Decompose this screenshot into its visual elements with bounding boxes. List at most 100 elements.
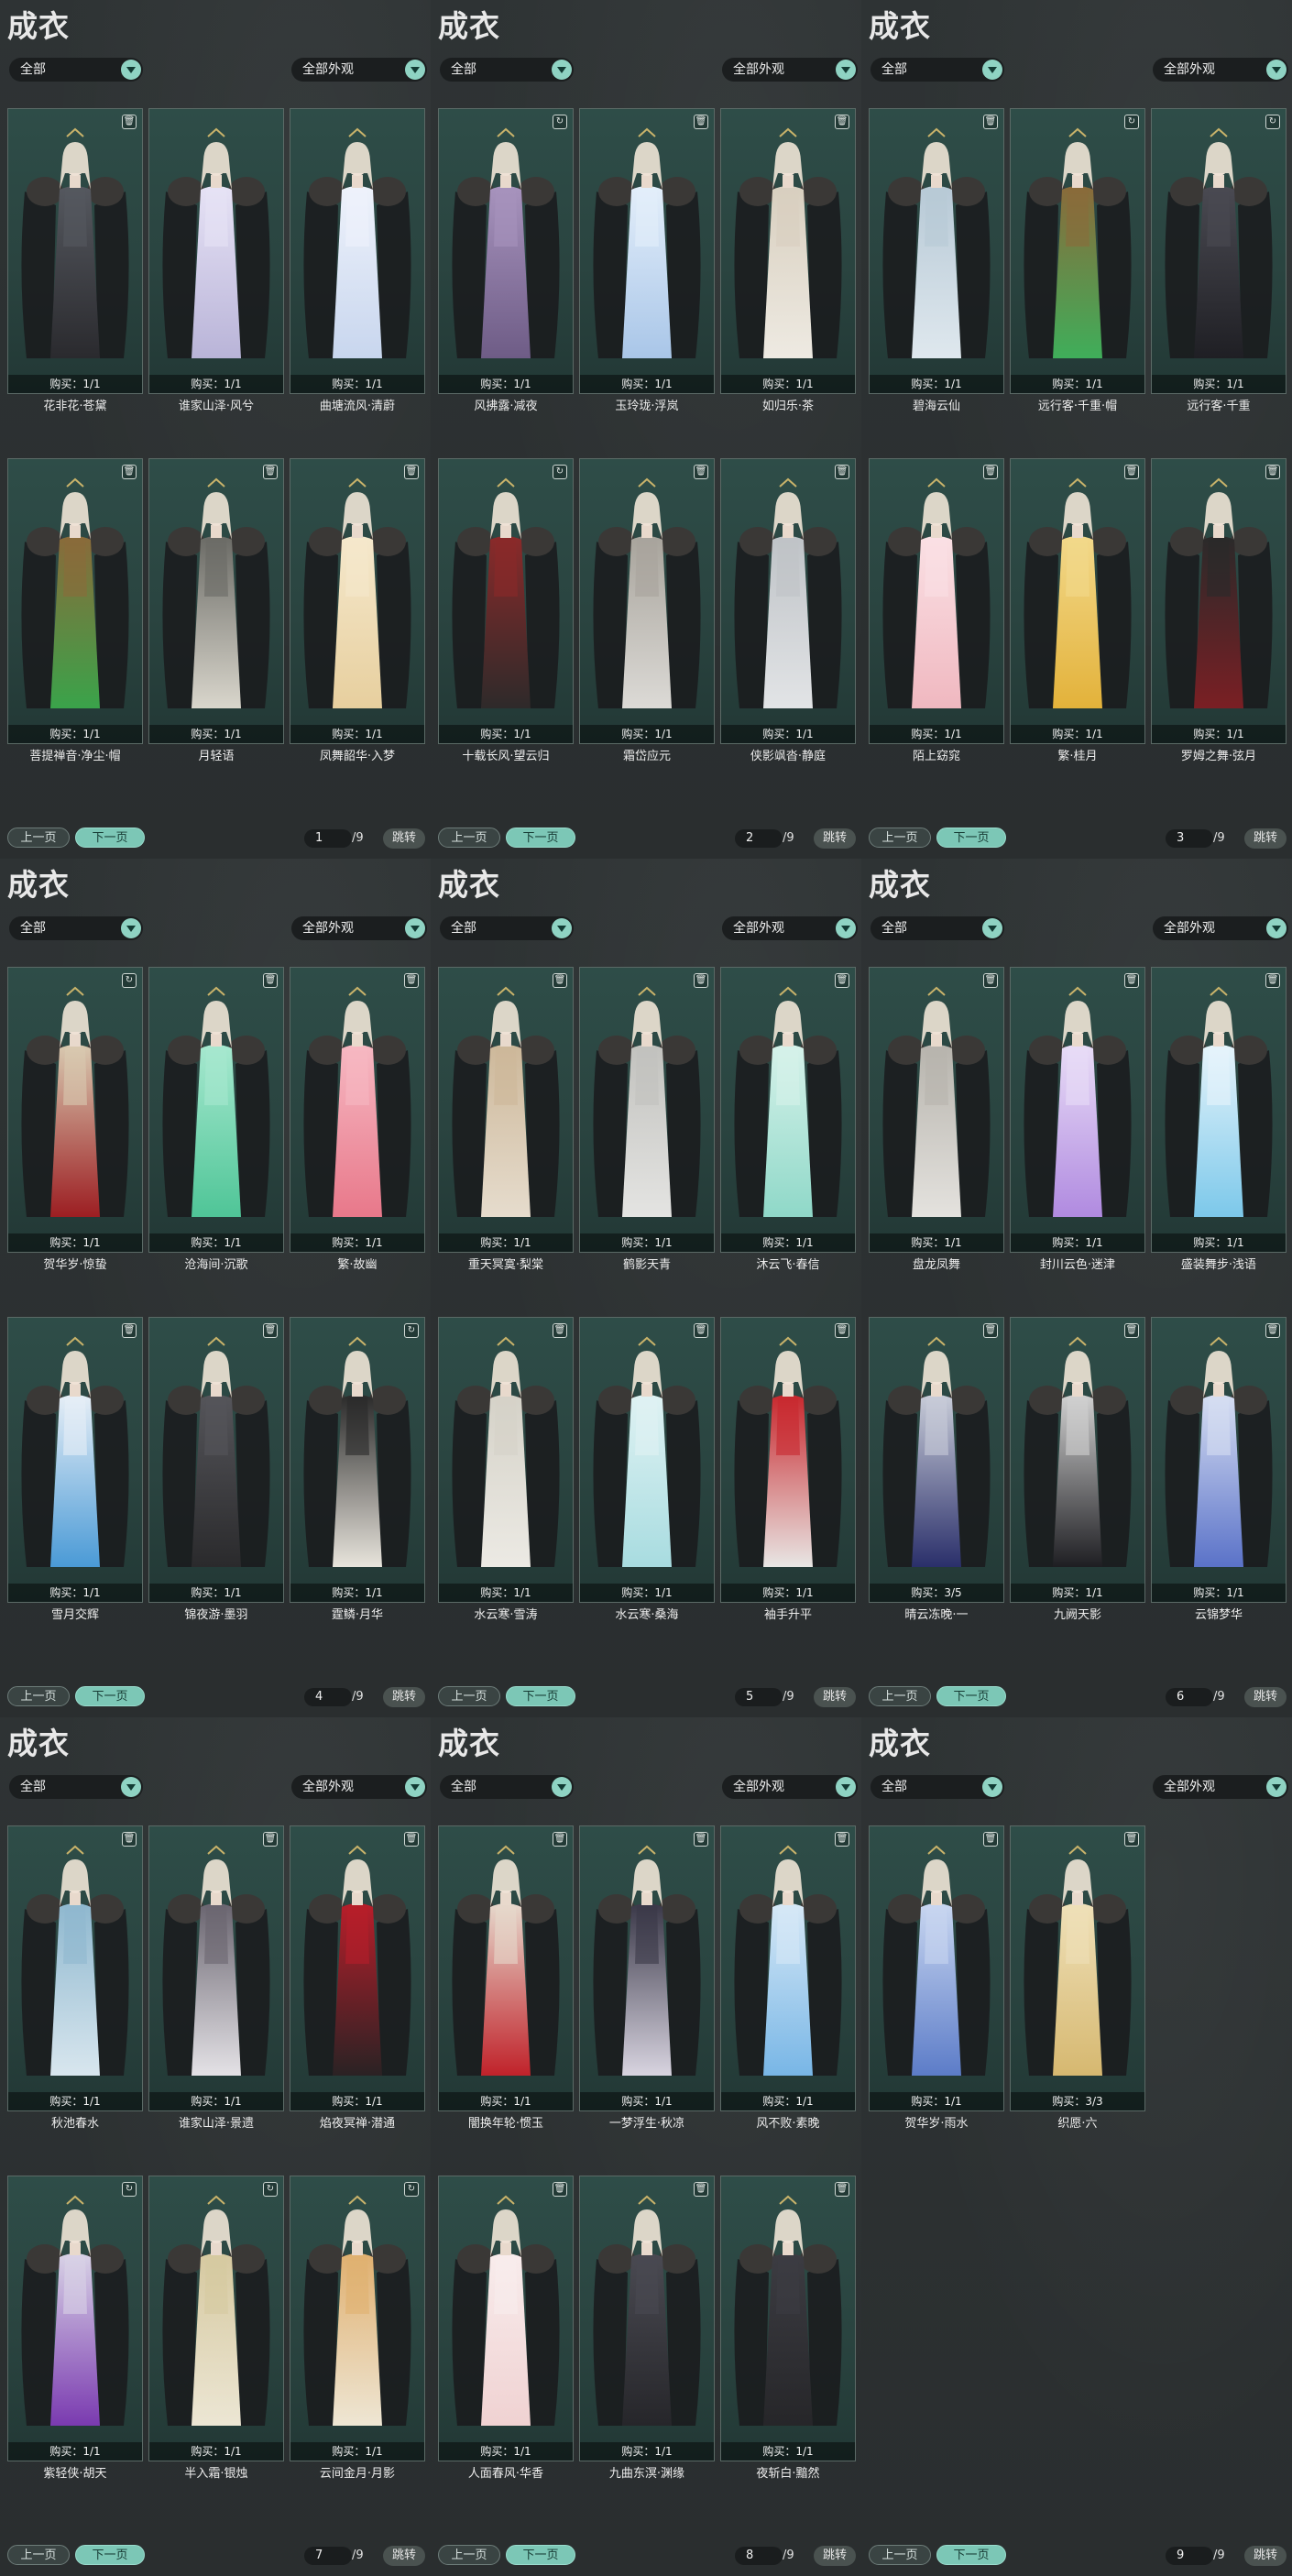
outfit-card[interactable]: 🗑 购买：1/1 <box>148 458 284 744</box>
trash-icon[interactable]: 🗑 <box>835 115 849 129</box>
recycle-icon[interactable]: ↻ <box>122 2182 137 2197</box>
trash-icon[interactable]: 🗑 <box>983 115 998 129</box>
recycle-icon[interactable]: ↻ <box>404 2182 419 2197</box>
outfit-card[interactable]: 🗑 购买：1/1 <box>1151 967 1287 1253</box>
appearance-dropdown[interactable]: 全部外观 <box>1153 916 1288 940</box>
trash-icon[interactable]: 🗑 <box>263 1323 278 1338</box>
outfit-card[interactable]: 🗑 购买：1/1 <box>869 458 1004 744</box>
outfit-card[interactable]: 🗑 购买：1/1 <box>290 967 425 1253</box>
outfit-card[interactable]: 🗑 购买：1/1 <box>869 1825 1004 2111</box>
appearance-dropdown[interactable]: 全部外观 <box>291 58 427 82</box>
jump-button[interactable]: 跳转 <box>814 2546 856 2566</box>
page-number-input[interactable]: 5 <box>735 1688 783 1706</box>
jump-button[interactable]: 跳转 <box>383 828 425 849</box>
recycle-icon[interactable]: ↻ <box>1265 115 1280 129</box>
recycle-icon[interactable]: ↻ <box>553 115 567 129</box>
prev-page-button[interactable]: 上一页 <box>7 2545 70 2565</box>
outfit-card[interactable]: ↻ 购买：1/1 <box>1010 108 1145 394</box>
outfit-card[interactable]: 🗑 购买：1/1 <box>579 108 715 394</box>
recycle-icon[interactable]: ↻ <box>122 973 137 988</box>
page-number-input[interactable]: 8 <box>735 2547 783 2565</box>
jump-button[interactable]: 跳转 <box>383 1687 425 1707</box>
outfit-card[interactable]: 🗑 购买：1/1 <box>7 458 143 744</box>
chevron-down-icon[interactable] <box>982 60 1002 80</box>
outfit-card[interactable]: 🗑 购买：1/1 <box>148 967 284 1253</box>
trash-icon[interactable]: 🗑 <box>835 465 849 479</box>
outfit-card[interactable]: 购买：1/1 <box>290 108 425 394</box>
next-page-button[interactable]: 下一页 <box>936 1686 1006 1706</box>
outfit-card[interactable]: 🗑 购买：1/1 <box>438 1317 574 1603</box>
trash-icon[interactable]: 🗑 <box>1124 1323 1139 1338</box>
appearance-dropdown[interactable]: 全部外观 <box>722 1775 858 1799</box>
outfit-card[interactable]: ↻ 购买：1/1 <box>1151 108 1287 394</box>
chevron-down-icon[interactable] <box>121 60 141 80</box>
chevron-down-icon[interactable] <box>982 1777 1002 1797</box>
next-page-button[interactable]: 下一页 <box>75 2545 145 2565</box>
outfit-card[interactable]: 🗑 购买：1/1 <box>579 1825 715 2111</box>
outfit-card[interactable]: 🗑 购买：1/1 <box>579 2176 715 2461</box>
next-page-button[interactable]: 下一页 <box>506 2545 575 2565</box>
next-page-button[interactable]: 下一页 <box>936 828 1006 848</box>
prev-page-button[interactable]: 上一页 <box>869 828 931 848</box>
outfit-card[interactable]: 🗑 购买：1/1 <box>438 2176 574 2461</box>
chevron-down-icon[interactable] <box>836 1777 856 1797</box>
trash-icon[interactable]: 🗑 <box>1265 1323 1280 1338</box>
chevron-down-icon[interactable] <box>982 918 1002 938</box>
trash-icon[interactable]: 🗑 <box>553 1323 567 1338</box>
page-number-input[interactable]: 3 <box>1166 829 1213 848</box>
outfit-card[interactable]: 🗑 购买：3/3 <box>1010 1825 1145 2111</box>
category-dropdown[interactable]: 全部 <box>870 916 1004 940</box>
trash-icon[interactable]: 🗑 <box>694 973 708 988</box>
jump-button[interactable]: 跳转 <box>1244 1687 1287 1707</box>
trash-icon[interactable]: 🗑 <box>1124 1832 1139 1847</box>
outfit-card[interactable]: 🗑 购买：1/1 <box>869 967 1004 1253</box>
outfit-card[interactable]: 🗑 购买：1/1 <box>148 1825 284 2111</box>
chevron-down-icon[interactable] <box>405 60 425 80</box>
page-number-input[interactable]: 2 <box>735 829 783 848</box>
trash-icon[interactable]: 🗑 <box>553 973 567 988</box>
chevron-down-icon[interactable] <box>1266 1777 1287 1797</box>
next-page-button[interactable]: 下一页 <box>75 1686 145 1706</box>
trash-icon[interactable]: 🗑 <box>404 973 419 988</box>
next-page-button[interactable]: 下一页 <box>506 828 575 848</box>
trash-icon[interactable]: 🗑 <box>835 1323 849 1338</box>
trash-icon[interactable]: 🗑 <box>1124 465 1139 479</box>
category-dropdown[interactable]: 全部 <box>870 1775 1004 1799</box>
appearance-dropdown[interactable]: 全部外观 <box>1153 1775 1288 1799</box>
outfit-card[interactable]: 🗑 购买：1/1 <box>290 1825 425 2111</box>
outfit-card[interactable]: 🗑 购买：1/1 <box>579 967 715 1253</box>
trash-icon[interactable]: 🗑 <box>835 1832 849 1847</box>
outfit-card[interactable]: 🗑 购买：1/1 <box>438 1825 574 2111</box>
outfit-card[interactable]: 🗑 购买：1/1 <box>290 458 425 744</box>
outfit-card[interactable]: 🗑 购买：1/1 <box>720 2176 856 2461</box>
outfit-card[interactable]: 🗑 购买：1/1 <box>438 967 574 1253</box>
prev-page-button[interactable]: 上一页 <box>438 828 500 848</box>
trash-icon[interactable]: 🗑 <box>1265 973 1280 988</box>
chevron-down-icon[interactable] <box>405 918 425 938</box>
chevron-down-icon[interactable] <box>552 1777 572 1797</box>
appearance-dropdown[interactable]: 全部外观 <box>1153 58 1288 82</box>
recycle-icon[interactable]: ↻ <box>263 2182 278 2197</box>
category-dropdown[interactable]: 全部 <box>9 916 143 940</box>
page-number-input[interactable]: 1 <box>304 829 352 848</box>
outfit-card[interactable]: 🗑 购买：1/1 <box>1151 458 1287 744</box>
trash-icon[interactable]: 🗑 <box>553 1832 567 1847</box>
outfit-card[interactable]: 🗑 购买：1/1 <box>7 1317 143 1603</box>
jump-button[interactable]: 跳转 <box>1244 2546 1287 2566</box>
trash-icon[interactable]: 🗑 <box>122 115 137 129</box>
chevron-down-icon[interactable] <box>121 918 141 938</box>
page-number-input[interactable]: 6 <box>1166 1688 1213 1706</box>
trash-icon[interactable]: 🗑 <box>694 115 708 129</box>
trash-icon[interactable]: 🗑 <box>983 1323 998 1338</box>
outfit-card[interactable]: 🗑 购买：1/1 <box>720 458 856 744</box>
recycle-icon[interactable]: ↻ <box>404 1323 419 1338</box>
trash-icon[interactable]: 🗑 <box>983 465 998 479</box>
trash-icon[interactable]: 🗑 <box>835 2182 849 2197</box>
category-dropdown[interactable]: 全部 <box>440 1775 574 1799</box>
outfit-card[interactable]: ↻ 购买：1/1 <box>438 458 574 744</box>
chevron-down-icon[interactable] <box>1266 60 1287 80</box>
next-page-button[interactable]: 下一页 <box>506 1686 575 1706</box>
outfit-card[interactable]: 🗑 购买：1/1 <box>148 1317 284 1603</box>
outfit-card[interactable]: 🗑 购买：1/1 <box>579 1317 715 1603</box>
trash-icon[interactable]: 🗑 <box>983 973 998 988</box>
